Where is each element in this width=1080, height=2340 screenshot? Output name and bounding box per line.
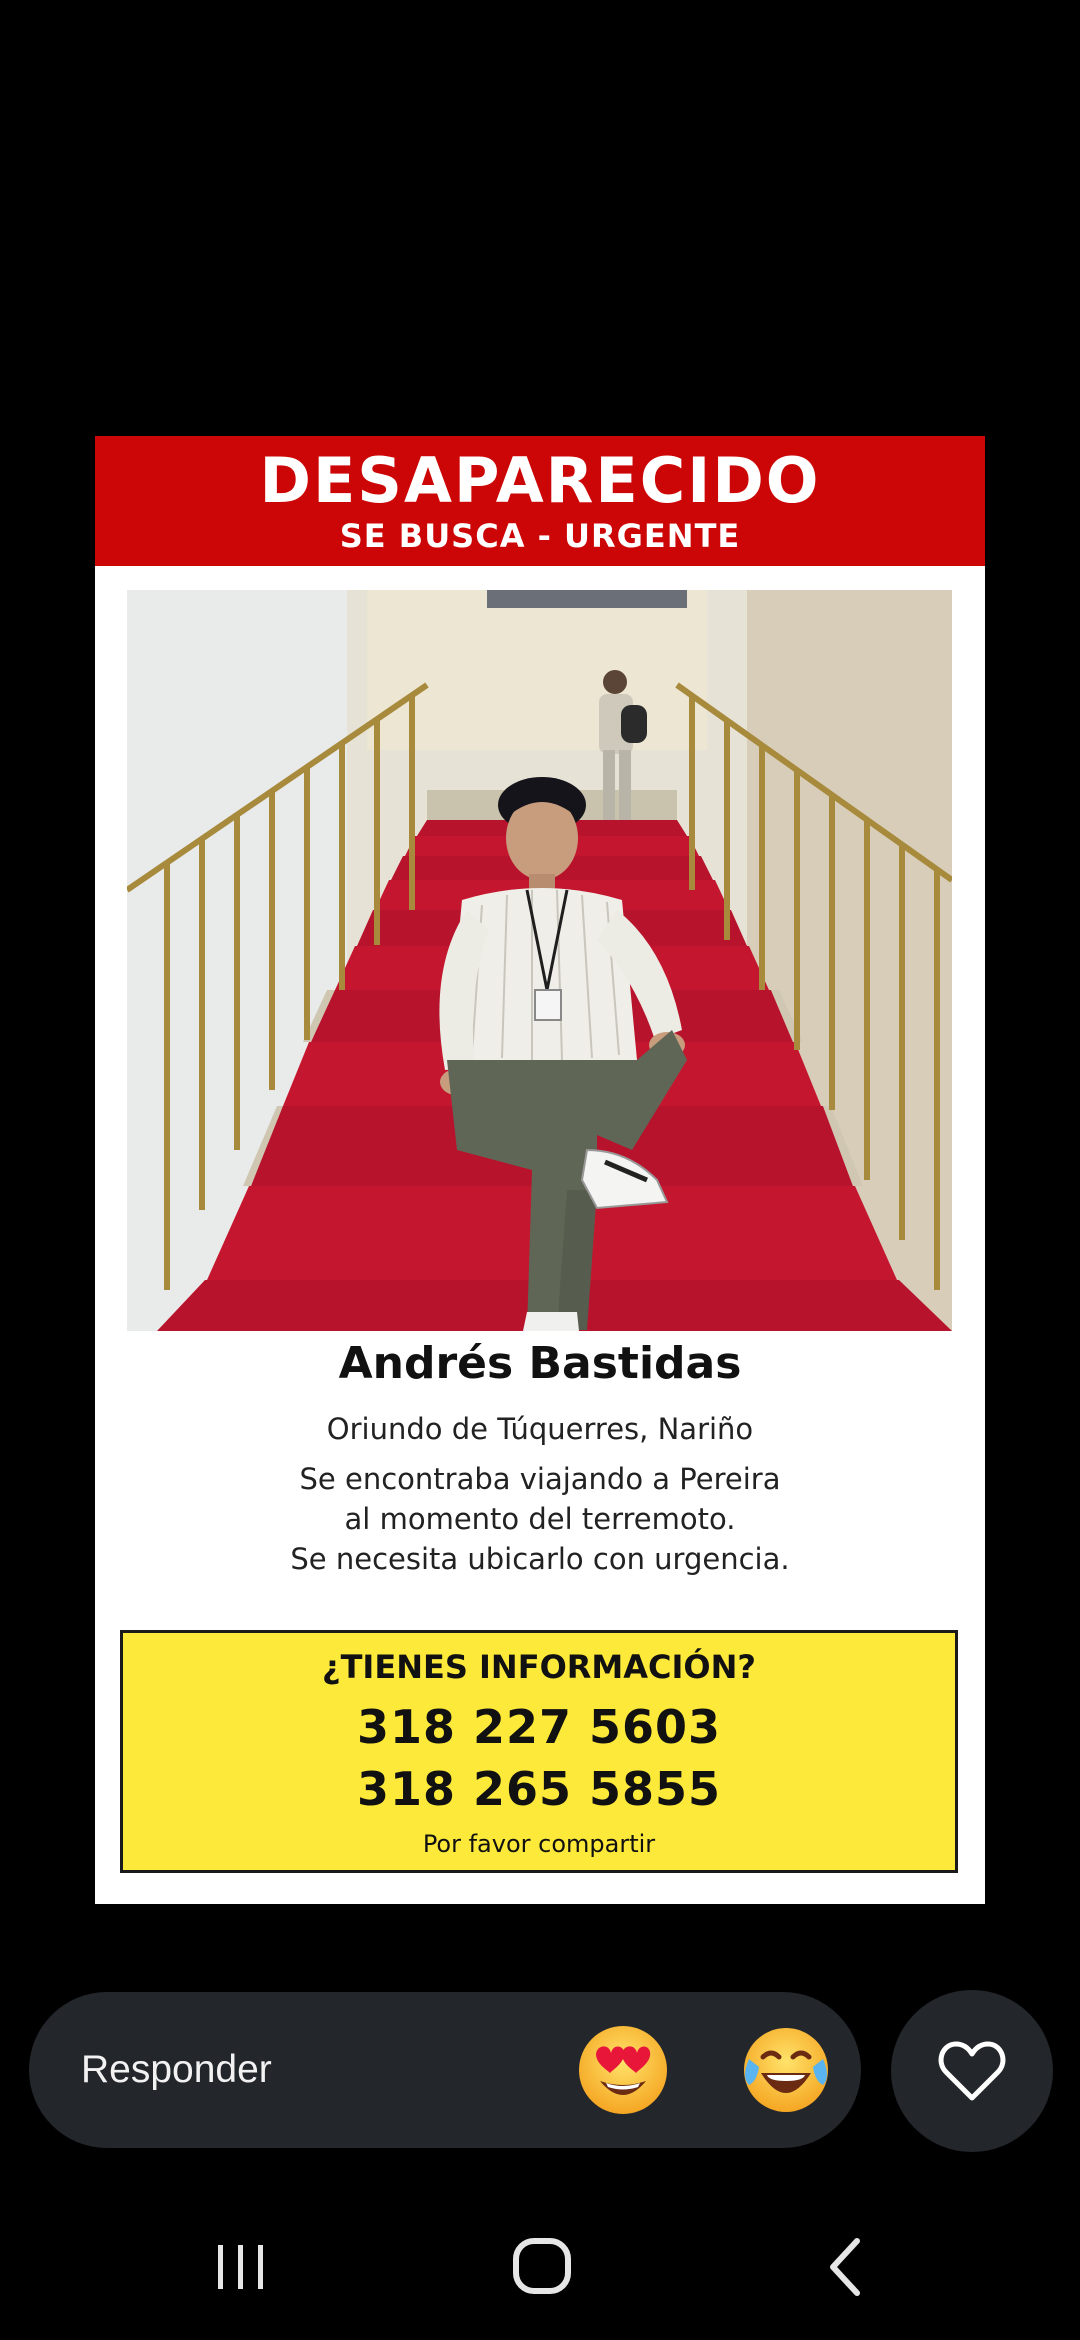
back-icon	[830, 2238, 860, 2296]
back-button[interactable]	[795, 2215, 895, 2315]
tears-of-joy-emoji-icon	[744, 2028, 828, 2112]
person-origin: Oriundo de Túquerres, Nariño	[326, 1412, 754, 1446]
description-line: al momento del terremoto.	[344, 1502, 736, 1536]
reply-input[interactable]: Responder	[29, 1992, 861, 2148]
share-request: Por favor compartir	[422, 1830, 656, 1858]
like-button[interactable]	[891, 1990, 1053, 2152]
recent-apps-button[interactable]	[190, 2215, 290, 2315]
tears-of-joy-emoji-button[interactable]	[739, 2023, 833, 2117]
missing-person-poster: DESAPARECIDO SE BUSCA - URGENTE Andrés B…	[95, 436, 985, 1904]
description-line: Se necesita ubicarlo con urgencia.	[290, 1542, 790, 1576]
reply-placeholder: Responder	[81, 2048, 272, 2091]
recent-apps-icon	[218, 2245, 263, 2289]
heart-eyes-emoji-icon	[579, 2026, 667, 2114]
poster-subtitle: SE BUSCA - URGENTE	[339, 517, 741, 555]
home-button[interactable]	[492, 2215, 592, 2315]
contact-heading: ¿TIENES INFORMACIÓN?	[322, 1648, 756, 1686]
phone-number: 318 265 5855	[356, 1762, 722, 1816]
story-viewer: DESAPARECIDO SE BUSCA - URGENTE Andrés B…	[0, 0, 1080, 2340]
home-icon	[513, 2238, 571, 2294]
phone-number: 318 227 5603	[356, 1700, 722, 1754]
person-name: Andrés Bastidas	[338, 1338, 742, 1389]
contact-info-box: ¿TIENES INFORMACIÓN? 318 227 5603 318 26…	[120, 1630, 958, 1873]
person-photo	[127, 590, 952, 1331]
poster-title: DESAPARECIDO	[259, 444, 821, 517]
heart-eyes-emoji-button[interactable]	[576, 2023, 670, 2117]
poster-banner: DESAPARECIDO SE BUSCA - URGENTE	[95, 436, 985, 566]
heart-outline-icon	[938, 2041, 1006, 2101]
description-line: Se encontraba viajando a Pereira	[299, 1462, 781, 1496]
